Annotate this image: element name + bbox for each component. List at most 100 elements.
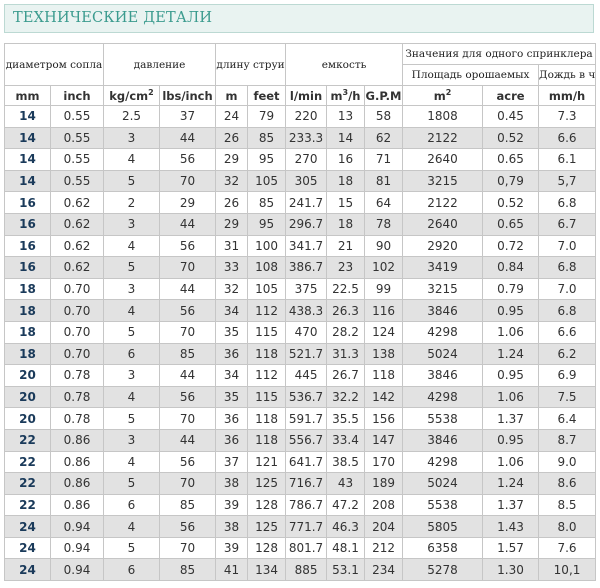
table-cell: 0.62 — [50, 234, 104, 258]
table-cell: 6.8 — [538, 299, 597, 322]
table-cell: 35.5 — [326, 407, 366, 430]
table-cell: 70 — [158, 536, 217, 560]
table-cell: 115 — [247, 320, 287, 344]
table-row: 14 0.55 2.5 37 24 79 220 13 58 1808 0.45 7.3 — [4, 105, 597, 128]
unit-header: m — [215, 85, 249, 106]
table-cell: 85 — [247, 126, 287, 150]
table-cell: 6 — [103, 493, 160, 517]
table-cell: 0.70 — [50, 299, 104, 322]
table-cell: 445 — [285, 364, 328, 387]
table-cell: 32 — [215, 277, 249, 301]
table-cell: 6.7 — [538, 212, 597, 236]
table-cell: 6.1 — [538, 148, 597, 171]
table-cell: 0.70 — [50, 277, 104, 301]
table-cell: 2.5 — [103, 105, 160, 128]
col-group-area: Площадь орошаемых — [402, 64, 540, 86]
table-cell: 48.1 — [326, 536, 366, 560]
table-cell: 220 — [285, 105, 328, 128]
table-cell: 5024 — [402, 342, 484, 366]
table-cell: 46.3 — [326, 515, 366, 538]
table-cell: 885 — [285, 558, 328, 582]
table-cell: 0.78 — [50, 385, 104, 409]
table-cell: 0.95 — [482, 428, 540, 452]
table-cell: 70 — [158, 256, 217, 279]
table-cell: 8.0 — [538, 515, 597, 538]
table-cell: 4 — [103, 450, 160, 474]
table-cell: 6 — [103, 558, 160, 582]
table-cell: 6.6 — [538, 126, 597, 150]
table-cell: 341.7 — [285, 234, 328, 258]
table-cell: 386.7 — [285, 256, 328, 279]
table-cell: 4 — [103, 385, 160, 409]
table-cell: 0.65 — [482, 212, 540, 236]
table-cell: 44 — [158, 277, 217, 301]
table-row: 14 0.55 3 44 26 85 233.3 14 62 2122 0.52 6.6 — [4, 126, 597, 150]
table-cell: 1.06 — [482, 450, 540, 474]
unit-header: G.P.M — [364, 85, 404, 106]
table-cell: 29 — [215, 148, 249, 171]
table-cell: 43 — [326, 472, 366, 495]
table-cell: 34 — [215, 364, 249, 387]
table-cell: 44 — [158, 126, 217, 150]
table-cell: 5 — [103, 169, 160, 193]
table-row: 18 0.70 4 56 34 112 438.3 26.3 116 3846 0.95 6.8 — [4, 299, 597, 322]
table-cell: 0.78 — [50, 407, 104, 430]
table-cell: 26 — [215, 191, 249, 214]
table-cell: 22 — [4, 493, 51, 517]
table-cell: 771.7 — [285, 515, 328, 538]
table-cell: 0.45 — [482, 105, 540, 128]
table-cell: 70 — [158, 472, 217, 495]
table-row: 20 0.78 4 56 35 115 536.7 32.2 142 4298 1.06 7.5 — [4, 385, 597, 409]
table-cell: 8.6 — [538, 472, 597, 495]
table-cell: 6 — [103, 342, 160, 366]
table-row: 16 0.62 5 70 33 108 386.7 23 102 3419 0.84 6.8 — [4, 256, 597, 279]
table-cell: 33.4 — [326, 428, 366, 452]
table-cell: 801.7 — [285, 536, 328, 560]
table-cell: 118 — [247, 342, 287, 366]
table-cell: 26 — [215, 126, 249, 150]
table-cell: 28.2 — [326, 320, 366, 344]
table-cell: 4 — [103, 234, 160, 258]
table-cell: 24 — [215, 105, 249, 128]
table-cell: 3 — [103, 277, 160, 301]
table-row: 24 0.94 6 85 41 134 885 53.1 234 5278 1.30 10,1 — [4, 558, 597, 582]
table-cell: 70 — [158, 169, 217, 193]
table-cell: 6358 — [402, 536, 484, 560]
table-cell: 112 — [247, 364, 287, 387]
table-cell: 156 — [364, 407, 404, 430]
table-row: 20 0.78 3 44 34 112 445 26.7 118 3846 0.95 6.9 — [4, 364, 597, 387]
table-cell: 24 — [4, 515, 51, 538]
table-cell: 296.7 — [285, 212, 328, 236]
table-cell: 204 — [364, 515, 404, 538]
table-cell: 5 — [103, 256, 160, 279]
table-cell: 5538 — [402, 407, 484, 430]
table-cell: 2640 — [402, 212, 484, 236]
table-cell: 47.2 — [326, 493, 366, 517]
table-cell: 3 — [103, 364, 160, 387]
table-cell: 95 — [247, 148, 287, 171]
table-cell: 118 — [247, 428, 287, 452]
table-cell: 0.94 — [50, 515, 104, 538]
table-cell: 0.79 — [482, 277, 540, 301]
table-cell: 3846 — [402, 364, 484, 387]
table-cell: 56 — [158, 515, 217, 538]
table-cell: 44 — [158, 428, 217, 452]
table-cell: 189 — [364, 472, 404, 495]
table-row: 16 0.62 4 56 31 100 341.7 21 90 2920 0.72 7.0 — [4, 234, 597, 258]
table-cell: 5 — [103, 472, 160, 495]
table-cell: 14 — [4, 105, 51, 128]
table-cell: 6.8 — [538, 256, 597, 279]
table-cell: 24 — [4, 558, 51, 582]
table-cell: 39 — [215, 493, 249, 517]
table-cell: 56 — [158, 234, 217, 258]
table-cell: 3419 — [402, 256, 484, 279]
table-cell: 0.94 — [50, 536, 104, 560]
table-cell: 2122 — [402, 191, 484, 214]
col-group-nozzle: диаметром сопла — [4, 43, 104, 86]
table-cell: 14 — [326, 126, 366, 150]
unit-header: kg/cm2 — [103, 85, 160, 106]
table-cell: 16 — [326, 148, 366, 171]
table-cell: 6.4 — [538, 407, 597, 430]
table-cell: 3846 — [402, 428, 484, 452]
table-cell: 142 — [364, 385, 404, 409]
